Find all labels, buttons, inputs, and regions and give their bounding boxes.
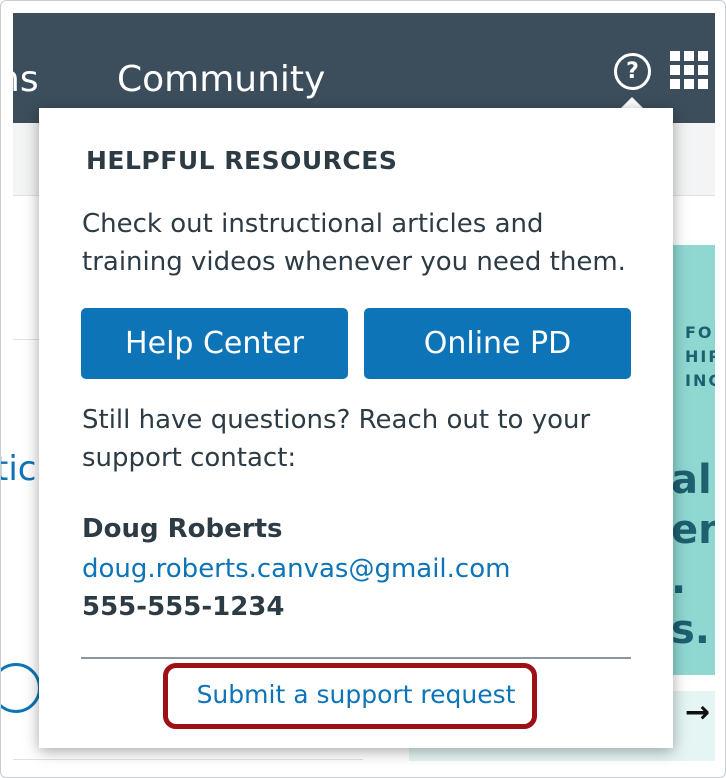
promo-heading-line: al — [671, 457, 712, 503]
promo-text-line: ING — [685, 371, 715, 390]
help-icon[interactable]: ? — [614, 53, 651, 90]
contact-email-link[interactable]: doug.roberts.canvas@gmail.com — [82, 554, 510, 584]
promo-heading-line: ent — [671, 507, 715, 553]
support-prompt-text: Still have questions? Reach out to your … — [82, 405, 591, 473]
online-pd-button[interactable]: Online PD — [364, 308, 631, 379]
promo-text-line: FOR — [685, 323, 715, 342]
left-partial-link[interactable]: tic — [1, 449, 36, 489]
browser-frame: ns Community ? tic FOR HIP ING al ent . … — [0, 0, 726, 778]
help-popover: HELPFUL RESOURCES Check out instructiona… — [39, 108, 673, 748]
popover-heading: HELPFUL RESOURCES — [86, 146, 398, 175]
highlight-annotation — [163, 663, 537, 729]
promo-heading-line: . — [671, 557, 687, 603]
promo-text-line: HIP — [685, 347, 715, 366]
apps-grid-icon[interactable] — [670, 51, 708, 89]
contact-phone: 555-555-1234 — [82, 592, 285, 622]
nav-item-partial[interactable]: ns — [1, 58, 39, 102]
global-nav: ns Community ? — [1, 13, 715, 123]
contact-name: Doug Roberts — [82, 514, 283, 544]
promo-heading-line: s. — [671, 607, 711, 653]
bottom-divider — [13, 759, 363, 760]
popover-intro-text: Check out instructional articles and tra… — [82, 209, 626, 277]
help-center-button[interactable]: Help Center — [81, 308, 348, 379]
arrow-right-icon[interactable]: → — [685, 695, 710, 730]
circle-icon[interactable] — [1, 663, 41, 713]
nav-item-community[interactable]: Community — [117, 58, 325, 102]
popover-divider — [81, 657, 631, 659]
